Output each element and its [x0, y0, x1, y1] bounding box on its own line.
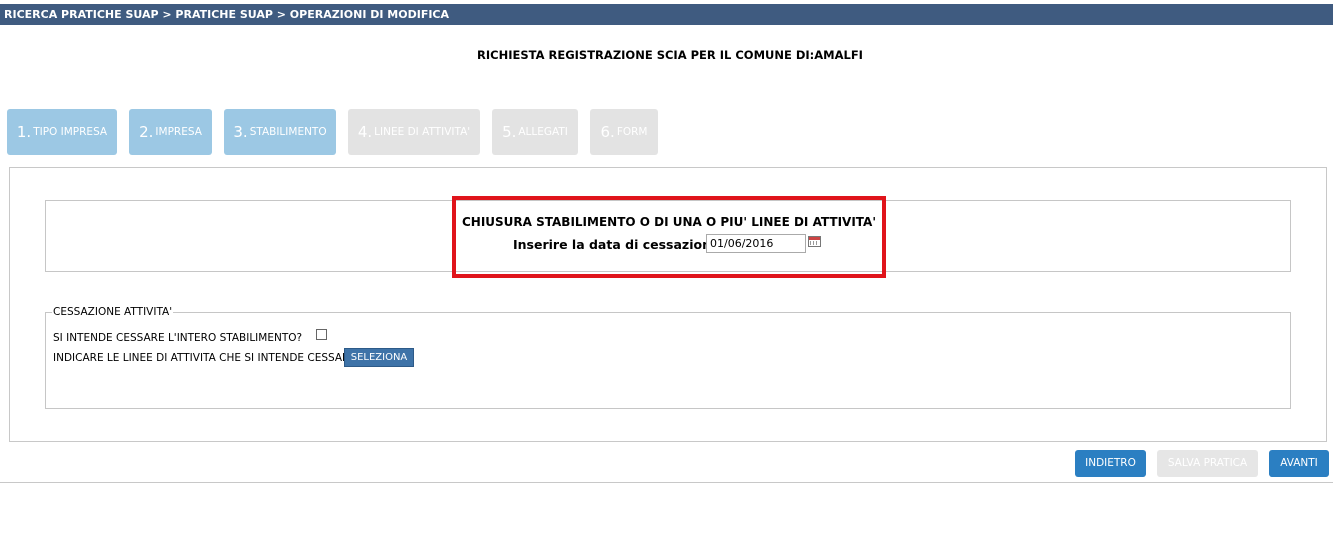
step-number: 2.	[139, 123, 154, 141]
step-impresa[interactable]: 2. IMPRESA	[129, 109, 212, 155]
whole-establishment-question: SI INTENDE CESSARE L'INTERO STABILIMENTO…	[53, 332, 303, 344]
step-form: 6. FORM	[590, 109, 658, 155]
step-linee-attivita: 4. LINEE DI ATTIVITA'	[348, 109, 480, 155]
whole-establishment-checkbox[interactable]	[316, 329, 327, 340]
step-label: ALLEGATI	[518, 126, 568, 138]
step-allegati: 5. ALLEGATI	[492, 109, 578, 155]
step-number: 3.	[233, 123, 248, 141]
next-button[interactable]: AVANTI	[1269, 450, 1329, 477]
breadcrumb: RICERCA PRATICHE SUAP > PRATICHE SUAP > …	[0, 4, 1333, 25]
select-lines-button[interactable]: SELEZIONA	[344, 348, 414, 367]
cessation-date-label: Inserire la data di cessazione	[513, 237, 720, 252]
step-label: STABILIMENTO	[249, 126, 327, 138]
back-button[interactable]: INDIETRO	[1075, 450, 1146, 477]
step-stabilimento[interactable]: 3. STABILIMENTO	[224, 109, 336, 155]
page-title: RICHIESTA REGISTRAZIONE SCIA PER IL COMU…	[477, 48, 863, 62]
step-number: 1.	[16, 123, 32, 141]
step-tipo-impresa[interactable]: 1. TIPO IMPRESA	[7, 109, 117, 155]
cessation-date-input[interactable]	[706, 234, 806, 253]
step-label: LINEE DI ATTIVITA'	[374, 126, 471, 138]
step-number: 5.	[502, 123, 517, 141]
calendar-icon[interactable]	[808, 236, 821, 247]
step-label: IMPRESA	[155, 126, 202, 138]
step-number: 6.	[600, 123, 615, 141]
step-label: TIPO IMPRESA	[33, 126, 108, 138]
step-label: FORM	[616, 126, 648, 138]
divider	[0, 482, 1333, 483]
activity-lines-question: INDICARE LE LINEE DI ATTIVITA CHE SI INT…	[53, 352, 356, 364]
step-number: 4.	[357, 123, 373, 141]
closure-title: CHIUSURA STABILIMENTO O DI UNA O PIU' LI…	[461, 215, 877, 229]
cessazione-legend: CESSAZIONE ATTIVITA'	[53, 306, 173, 318]
save-button: SALVA PRATICA	[1157, 450, 1258, 477]
